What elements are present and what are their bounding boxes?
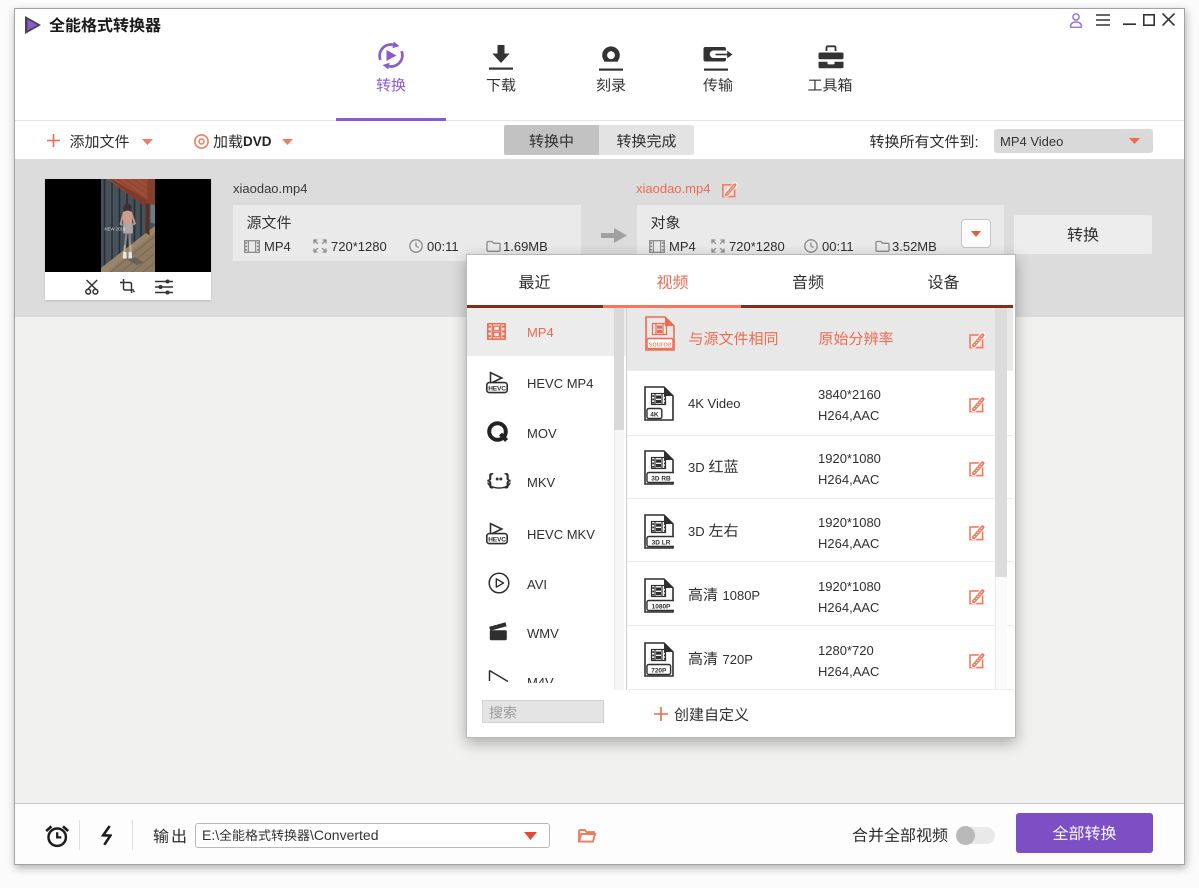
svg-text:720P: 720P — [651, 667, 667, 674]
svg-text:4K: 4K — [650, 411, 659, 418]
svg-text:HEVC: HEVC — [488, 386, 506, 393]
svg-text:3D RB: 3D RB — [651, 475, 671, 482]
svg-text:3D LR: 3D LR — [652, 539, 671, 546]
svg-text:NEW 2019: NEW 2019 — [105, 227, 126, 232]
svg-text:HEVC: HEVC — [488, 537, 506, 544]
svg-text:source: source — [649, 339, 672, 348]
svg-text:1080P: 1080P — [652, 603, 671, 610]
